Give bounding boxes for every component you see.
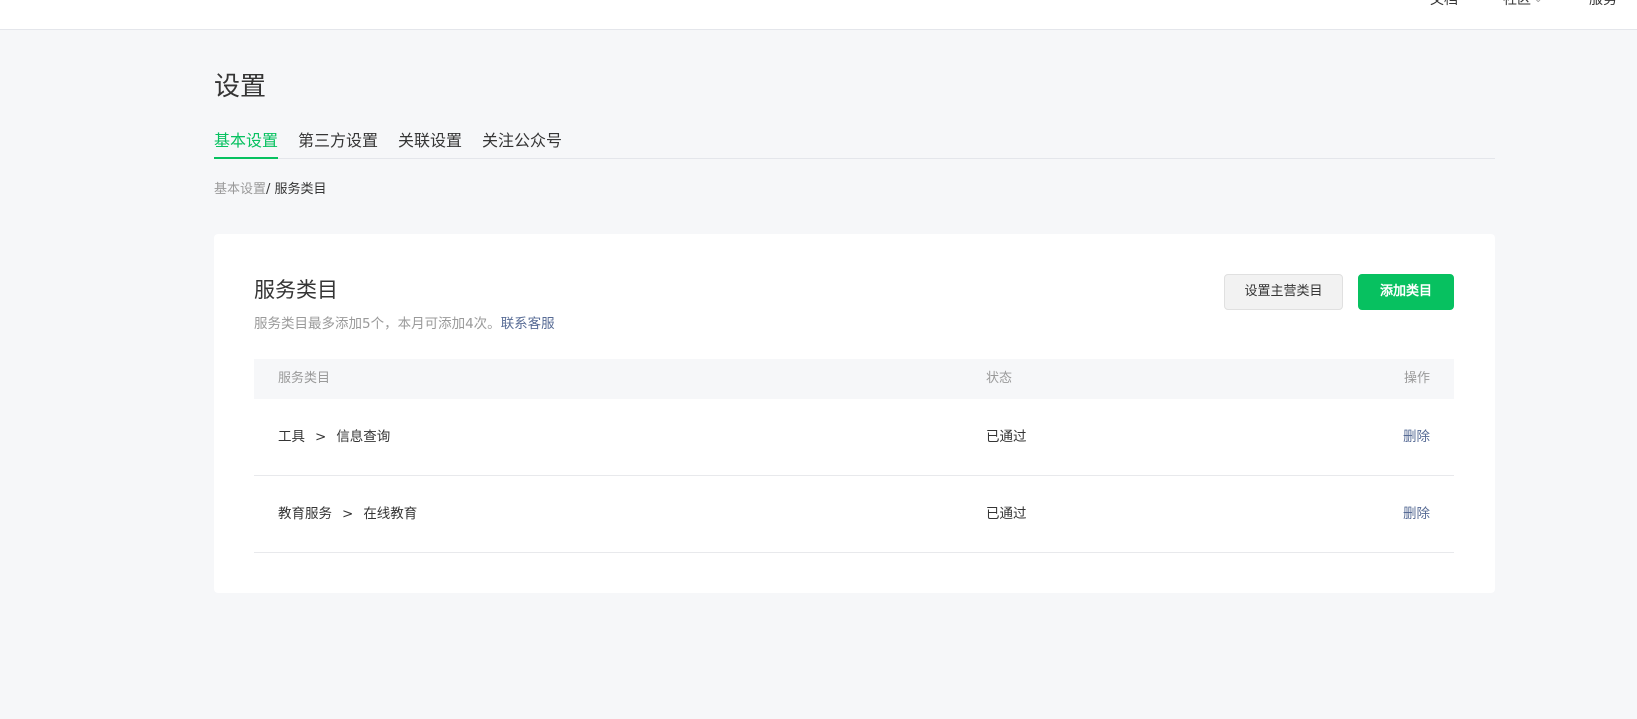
tab-follow-official-account[interactable]: 关注公众号 <box>482 128 562 159</box>
breadcrumb-current: 服务类目 <box>274 182 327 197</box>
delete-link[interactable]: 删除 <box>1403 399 1430 476</box>
header-status: 状态 <box>986 371 1013 386</box>
delete-link[interactable]: 删除 <box>1403 476 1430 553</box>
nav-community-link[interactable]: 社区⌄ <box>1503 0 1542 12</box>
add-category-button[interactable]: 添加类目 <box>1358 274 1454 310</box>
header-operation: 操作 <box>1403 371 1430 386</box>
nav-service-link[interactable]: 服务 <box>1589 0 1617 10</box>
category-level-1: 工具 <box>278 429 305 445</box>
table-header: 服务类目 状态 操作 <box>254 359 1454 399</box>
category-level-2: 信息查询 <box>336 429 391 445</box>
table-row: 工具 > 信息查询 已通过 删除 <box>254 399 1454 476</box>
chevron-down-icon: ⌄ <box>1534 0 1542 10</box>
category-separator: > <box>315 429 327 445</box>
category-level-2: 在线教育 <box>363 506 418 522</box>
category-separator: > <box>342 506 354 522</box>
breadcrumb-separator: / <box>266 182 275 197</box>
table-row: 教育服务 > 在线教育 已通过 删除 <box>254 476 1454 553</box>
breadcrumb-parent-link[interactable]: 基本设置 <box>214 182 266 197</box>
set-main-category-button[interactable]: 设置主营类目 <box>1224 274 1343 310</box>
category-table: 服务类目 状态 操作 工具 > 信息查询 已通过 删除 教育服务 > 在线教育 已通过 … <box>254 359 1454 553</box>
contact-support-link[interactable]: 联系客服 <box>501 316 555 332</box>
card-description: 服务类目最多添加5个，本月可添加4次。联系客服 <box>254 314 555 334</box>
category-path: 教育服务 > 在线教育 <box>278 476 417 553</box>
status-text: 已通过 <box>986 429 1027 445</box>
card-title: 服务类目 <box>254 278 338 302</box>
service-category-card: 服务类目 服务类目最多添加5个，本月可添加4次。联系客服 设置主营类目 添加类目… <box>214 234 1495 593</box>
top-navbar: 文档 社区⌄ 服务 <box>0 0 1637 30</box>
card-description-text: 服务类目最多添加5个，本月可添加4次。 <box>254 316 501 332</box>
category-path: 工具 > 信息查询 <box>278 399 390 476</box>
category-level-1: 教育服务 <box>278 506 332 522</box>
nav-docs-link[interactable]: 文档 <box>1430 0 1458 10</box>
tab-basic-settings[interactable]: 基本设置 <box>214 128 279 159</box>
settings-tabs: 基本设置 第三方设置 关联设置 关注公众号 <box>214 128 1495 159</box>
tab-third-party-settings[interactable]: 第三方设置 <box>298 128 378 159</box>
tab-association-settings[interactable]: 关联设置 <box>398 128 462 159</box>
breadcrumb: 基本设置/ 服务类目 <box>214 180 327 200</box>
nav-community-label: 社区 <box>1503 0 1531 8</box>
status-text: 已通过 <box>986 506 1027 522</box>
header-category: 服务类目 <box>278 371 331 386</box>
page-title: 设置 <box>214 72 267 102</box>
